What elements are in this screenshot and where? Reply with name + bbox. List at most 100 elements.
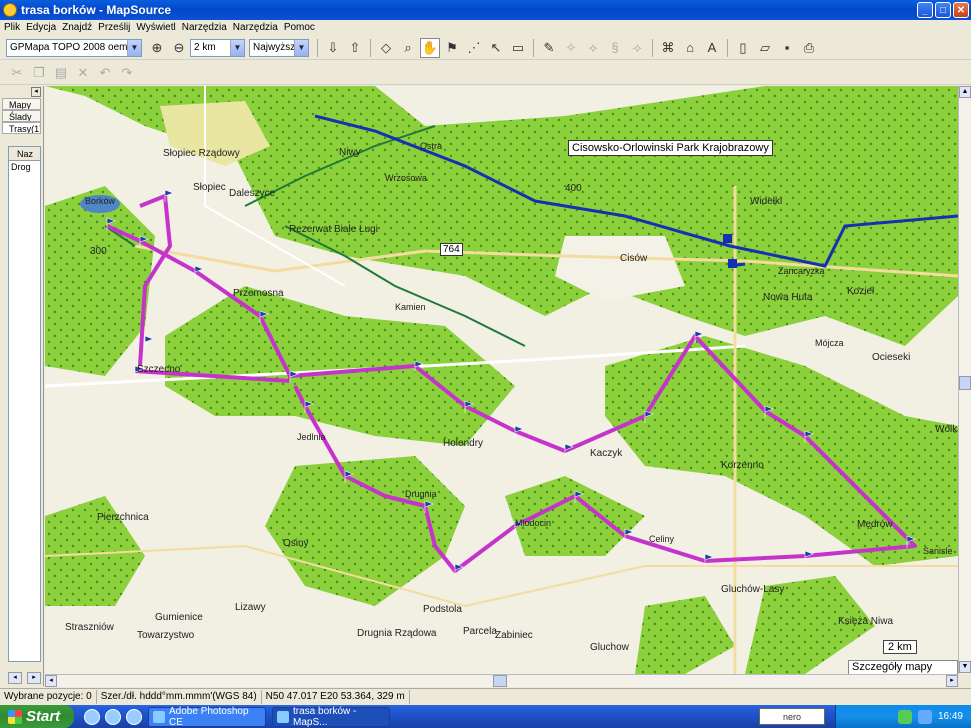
delete-icon[interactable]: ✕ — [73, 63, 93, 83]
tray-icon[interactable] — [917, 709, 932, 724]
place-label: Wrzosowa — [385, 173, 427, 183]
filter-track-icon[interactable]: ⟢ — [627, 38, 647, 58]
minimize-button[interactable]: _ — [917, 2, 933, 18]
taskbar-item[interactable]: Adobe Photoshop CE — [148, 706, 266, 728]
send-to-device-icon[interactable]: ⇧ — [345, 38, 365, 58]
scroll-up-icon[interactable]: ▲ — [959, 86, 971, 98]
road-number-label: 764 — [440, 243, 463, 256]
route-tool-icon[interactable]: ⋰ — [464, 38, 484, 58]
scroll-left-icon[interactable]: ◂ — [45, 675, 57, 687]
map-tool-icon[interactable]: ◇ — [376, 38, 396, 58]
route-marker — [723, 234, 732, 243]
scroll-thumb[interactable] — [493, 675, 507, 687]
column-header-name[interactable]: Naz — [9, 147, 40, 161]
side-panel-scrollbar[interactable]: ◂ ▸ — [8, 672, 41, 684]
waypoint-tool-icon[interactable]: ⚑ — [442, 38, 462, 58]
scroll-right-icon[interactable]: ▸ — [27, 672, 41, 684]
forest-area — [265, 456, 465, 606]
zoom-tool-icon[interactable]: ⌕ — [398, 38, 418, 58]
place-label: Cisów — [620, 253, 648, 264]
forest-area — [505, 476, 645, 556]
draw-track-icon[interactable]: ✎ — [539, 38, 559, 58]
distance-tool-icon[interactable]: ▭ — [508, 38, 528, 58]
place-label: Zancaryzka — [778, 266, 825, 276]
menu-file[interactable]: Plik — [4, 22, 20, 33]
menu-find[interactable]: Znajdź — [62, 22, 92, 33]
map-vertical-scrollbar[interactable]: ▲ ▼ — [958, 86, 971, 674]
tab-tracks[interactable]: Ślady — [2, 110, 41, 122]
place-label: Korzenno — [721, 460, 764, 471]
place-label: Słopiec Rządowy — [163, 148, 240, 159]
copy-icon[interactable]: ❐ — [29, 63, 49, 83]
place-label: Widełki — [750, 196, 783, 207]
cut-icon[interactable]: ✂ — [7, 63, 27, 83]
split-track-icon[interactable]: ⟡ — [583, 38, 603, 58]
maximize-button[interactable]: □ — [935, 2, 951, 18]
find-icon[interactable]: ⌘ — [658, 38, 678, 58]
map-horizontal-scrollbar[interactable]: ◂ ▸ — [45, 674, 958, 687]
new-file-icon[interactable]: ▯ — [733, 38, 753, 58]
media-icon[interactable] — [126, 708, 142, 725]
zoom-scale-select[interactable]: 2 km ▼ — [190, 38, 245, 57]
zoom-out-icon[interactable]: ⊖ — [169, 38, 189, 58]
open-file-icon[interactable]: ▱ — [755, 38, 775, 58]
zoom-in-icon[interactable]: ⊕ — [147, 38, 167, 58]
taskbar-item-label: trasa borków - MapS... — [293, 705, 357, 728]
scroll-right-icon[interactable]: ▸ — [946, 675, 958, 687]
taskbar-item[interactable]: trasa borków - MapS... — [272, 705, 390, 728]
mapsource-icon — [277, 710, 289, 723]
place-label: Kamien — [395, 302, 426, 312]
collapse-panel-icon[interactable]: ◂ — [31, 87, 41, 97]
print-icon[interactable]: ⎙ — [799, 38, 819, 58]
scroll-down-icon[interactable]: ▼ — [959, 661, 971, 673]
redo-icon[interactable]: ↷ — [117, 63, 137, 83]
menu-view[interactable]: Wyświetl — [136, 22, 175, 33]
menu-transfer[interactable]: Prześlij — [98, 22, 130, 33]
map-canvas[interactable] — [45, 86, 958, 674]
join-track-icon[interactable]: § — [605, 38, 625, 58]
paste-icon[interactable]: ▤ — [51, 63, 71, 83]
place-label: Drugnia — [405, 489, 437, 499]
start-button[interactable]: Start — [0, 705, 74, 728]
select-tool-icon[interactable]: ↖ — [486, 38, 506, 58]
place-label: Ostra — [420, 141, 443, 151]
close-button[interactable]: ✕ — [953, 2, 969, 18]
menu-tools-2[interactable]: Narzędzia — [233, 22, 278, 33]
place-label: Towarzystwo — [137, 630, 195, 641]
save-icon[interactable]: ▪ — [777, 38, 797, 58]
find-address-icon[interactable]: A — [702, 38, 722, 58]
list-item[interactable]: Drog — [9, 161, 40, 174]
undo-icon[interactable]: ↶ — [95, 63, 115, 83]
toolbar-separator — [533, 38, 534, 57]
erase-icon[interactable]: ✧ — [561, 38, 581, 58]
menu-tools[interactable]: Narzędzia — [182, 22, 227, 33]
toolbar-separator — [727, 38, 728, 57]
receive-from-device-icon[interactable]: ⇩ — [323, 38, 343, 58]
road-number-label-3: 400 — [565, 183, 582, 194]
map-product-value: GPMapa TOPO 2008 oem — [10, 42, 128, 53]
tab-routes[interactable]: Trasy(1) — [2, 122, 41, 134]
tray-icon[interactable] — [897, 709, 912, 724]
quick-launch-icon[interactable] — [84, 708, 100, 725]
main-toolbar: GPMapa TOPO 2008 oem ▼ ⊕ ⊖ 2 km ▼ Najwyż… — [0, 36, 971, 60]
place-label: Holendry — [443, 438, 484, 449]
toolbar-separator — [317, 38, 318, 57]
scroll-thumb[interactable] — [959, 376, 971, 390]
window-title: trasa borków - MapSource — [21, 3, 172, 17]
menu-help[interactable]: Pomoc — [284, 22, 315, 33]
find-places-icon[interactable]: ⌂ — [680, 38, 700, 58]
place-label: Sanisle — [923, 546, 953, 556]
tab-maps[interactable]: Mapy — [2, 98, 41, 110]
nero-toolbar[interactable]: nero — [759, 708, 825, 725]
route-list: Naz Drog — [8, 146, 41, 662]
scroll-left-icon[interactable]: ◂ — [8, 672, 22, 684]
side-panel-header: ◂ — [0, 86, 43, 98]
browser-icon[interactable] — [105, 708, 121, 725]
map-product-select[interactable]: GPMapa TOPO 2008 oem ▼ — [6, 38, 142, 57]
windows-logo-icon — [8, 709, 22, 724]
hand-tool-icon[interactable]: ✋ — [420, 37, 440, 58]
detail-level-select[interactable]: Najwyższe ▼ — [249, 38, 309, 57]
menu-edit[interactable]: Edycja — [26, 22, 56, 33]
map-view[interactable]: Cisowsko-Orlowinski Park Krajobrazowy 76… — [45, 86, 958, 674]
side-panel: ◂ Mapy Ślady Trasy(1) Naz Drog ◂ ▸ — [0, 86, 44, 686]
